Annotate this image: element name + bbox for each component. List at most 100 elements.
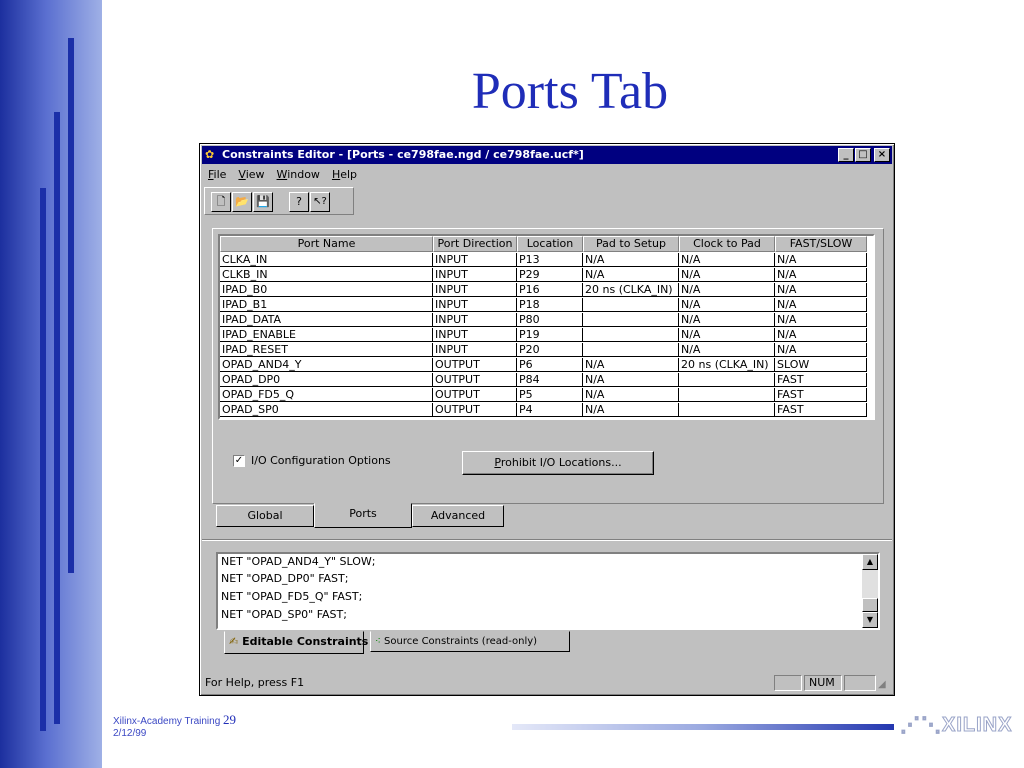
scroll-thumb[interactable] bbox=[862, 598, 878, 612]
table-cell[interactable]: INPUT bbox=[433, 283, 517, 297]
table-cell[interactable]: INPUT bbox=[433, 343, 517, 357]
table-cell[interactable]: 20 ns (CLKA_IN) bbox=[583, 283, 679, 297]
table-cell[interactable]: IPAD_B1 bbox=[220, 298, 433, 312]
table-cell[interactable]: SLOW bbox=[775, 358, 867, 372]
table-cell[interactable]: N/A bbox=[679, 268, 775, 282]
table-cell[interactable]: INPUT bbox=[433, 328, 517, 342]
prohibit-io-locations-button[interactable]: Prohibit I/O Locations... bbox=[462, 451, 654, 475]
table-cell[interactable]: FAST bbox=[775, 388, 867, 402]
table-cell[interactable]: CLKB_IN bbox=[220, 268, 433, 282]
table-cell[interactable]: INPUT bbox=[433, 253, 517, 267]
table-cell[interactable]: N/A bbox=[775, 298, 867, 312]
resize-grip-icon[interactable]: ◢ bbox=[878, 679, 890, 691]
table-cell[interactable] bbox=[679, 388, 775, 402]
table-cell[interactable]: N/A bbox=[583, 253, 679, 267]
table-cell[interactable]: P13 bbox=[517, 253, 583, 267]
context-help-button[interactable]: ↖? bbox=[310, 192, 330, 212]
table-cell[interactable] bbox=[583, 343, 679, 357]
table-cell[interactable] bbox=[583, 313, 679, 327]
maximize-button[interactable]: □ bbox=[855, 148, 871, 162]
table-cell[interactable]: P6 bbox=[517, 358, 583, 372]
app-icon[interactable]: ✿ bbox=[205, 148, 219, 162]
table-cell[interactable]: P20 bbox=[517, 343, 583, 357]
scroll-up-button[interactable]: ▲ bbox=[862, 554, 878, 570]
table-cell[interactable]: 20 ns (CLKA_IN) bbox=[679, 358, 775, 372]
new-file-button[interactable]: 🗋 bbox=[211, 192, 231, 212]
help-button[interactable]: ? bbox=[289, 192, 309, 212]
vertical-scrollbar[interactable]: ▲ ▼ bbox=[862, 554, 878, 628]
column-header[interactable]: Port Direction bbox=[433, 236, 517, 252]
table-cell[interactable]: N/A bbox=[775, 283, 867, 297]
tab-source-constraints[interactable]: ⁖ Source Constraints (read-only) bbox=[370, 631, 570, 652]
table-cell[interactable]: P19 bbox=[517, 328, 583, 342]
menu-file[interactable]: File bbox=[208, 166, 226, 184]
column-header[interactable]: Pad to Setup bbox=[583, 236, 679, 252]
table-cell[interactable]: IPAD_DATA bbox=[220, 313, 433, 327]
column-header[interactable]: Clock to Pad bbox=[679, 236, 775, 252]
menu-window[interactable]: Window bbox=[277, 166, 320, 184]
table-cell[interactable]: OPAD_FD5_Q bbox=[220, 388, 433, 402]
table-cell[interactable]: INPUT bbox=[433, 298, 517, 312]
tab-editable-constraints[interactable]: ✍ Editable Constraints bbox=[224, 631, 368, 654]
table-cell[interactable]: FAST bbox=[775, 403, 867, 417]
table-cell[interactable]: P29 bbox=[517, 268, 583, 282]
table-cell[interactable]: N/A bbox=[679, 298, 775, 312]
table-cell[interactable]: OPAD_SP0 bbox=[220, 403, 433, 417]
tab-ports[interactable]: Ports bbox=[314, 503, 412, 528]
table-cell[interactable]: N/A bbox=[583, 403, 679, 417]
io-config-checkbox[interactable]: ✓ bbox=[233, 454, 245, 467]
table-cell[interactable]: P4 bbox=[517, 403, 583, 417]
table-cell[interactable]: OUTPUT bbox=[433, 373, 517, 387]
table-cell[interactable]: OUTPUT bbox=[433, 403, 517, 417]
save-button[interactable]: 💾 bbox=[253, 192, 273, 212]
constraints-text-area[interactable]: NET "OPAD_AND4_Y" SLOW; NET "OPAD_DP0" F… bbox=[216, 552, 880, 630]
io-config-options[interactable]: ✓ I/O Configuration Options bbox=[233, 454, 391, 467]
table-cell[interactable]: INPUT bbox=[433, 313, 517, 327]
column-header[interactable]: Port Name bbox=[220, 236, 433, 252]
table-cell[interactable]: IPAD_B0 bbox=[220, 283, 433, 297]
table-cell[interactable]: N/A bbox=[679, 283, 775, 297]
table-cell[interactable]: N/A bbox=[679, 343, 775, 357]
title-bar[interactable]: ✿ Constraints Editor - [Ports - ce798fae… bbox=[202, 146, 892, 164]
table-cell[interactable]: OUTPUT bbox=[433, 388, 517, 402]
table-cell[interactable]: N/A bbox=[679, 253, 775, 267]
table-cell[interactable]: N/A bbox=[775, 328, 867, 342]
minimize-button[interactable]: _ bbox=[838, 148, 854, 162]
menu-view[interactable]: View bbox=[238, 166, 264, 184]
table-cell[interactable]: N/A bbox=[583, 388, 679, 402]
table-cell[interactable]: IPAD_RESET bbox=[220, 343, 433, 357]
table-cell[interactable]: CLKA_IN bbox=[220, 253, 433, 267]
open-file-button[interactable]: 📂 bbox=[232, 192, 252, 212]
table-cell[interactable]: OPAD_DP0 bbox=[220, 373, 433, 387]
table-cell[interactable]: N/A bbox=[583, 358, 679, 372]
table-cell[interactable]: N/A bbox=[583, 268, 679, 282]
table-cell[interactable] bbox=[679, 403, 775, 417]
table-cell[interactable]: P18 bbox=[517, 298, 583, 312]
table-cell[interactable] bbox=[679, 373, 775, 387]
table-cell[interactable]: N/A bbox=[775, 268, 867, 282]
table-cell[interactable]: P5 bbox=[517, 388, 583, 402]
table-cell[interactable] bbox=[583, 328, 679, 342]
column-header[interactable]: Location bbox=[517, 236, 583, 252]
column-header[interactable]: FAST/SLOW bbox=[775, 236, 867, 252]
scroll-down-button[interactable]: ▼ bbox=[862, 612, 878, 628]
tab-advanced[interactable]: Advanced bbox=[412, 505, 504, 527]
table-cell[interactable]: N/A bbox=[679, 313, 775, 327]
table-cell[interactable]: P80 bbox=[517, 313, 583, 327]
table-cell[interactable]: N/A bbox=[775, 313, 867, 327]
table-cell[interactable]: FAST bbox=[775, 373, 867, 387]
close-button[interactable]: × bbox=[874, 148, 890, 162]
table-cell[interactable] bbox=[583, 298, 679, 312]
table-cell[interactable]: N/A bbox=[775, 343, 867, 357]
table-cell[interactable]: P84 bbox=[517, 373, 583, 387]
table-cell[interactable]: N/A bbox=[679, 328, 775, 342]
table-cell[interactable]: N/A bbox=[775, 253, 867, 267]
menu-help[interactable]: Help bbox=[332, 166, 357, 184]
table-cell[interactable]: IPAD_ENABLE bbox=[220, 328, 433, 342]
table-cell[interactable]: INPUT bbox=[433, 268, 517, 282]
tab-global[interactable]: Global bbox=[216, 505, 314, 527]
table-cell[interactable]: P16 bbox=[517, 283, 583, 297]
table-cell[interactable]: N/A bbox=[583, 373, 679, 387]
table-cell[interactable]: OUTPUT bbox=[433, 358, 517, 372]
table-cell[interactable]: OPAD_AND4_Y bbox=[220, 358, 433, 372]
